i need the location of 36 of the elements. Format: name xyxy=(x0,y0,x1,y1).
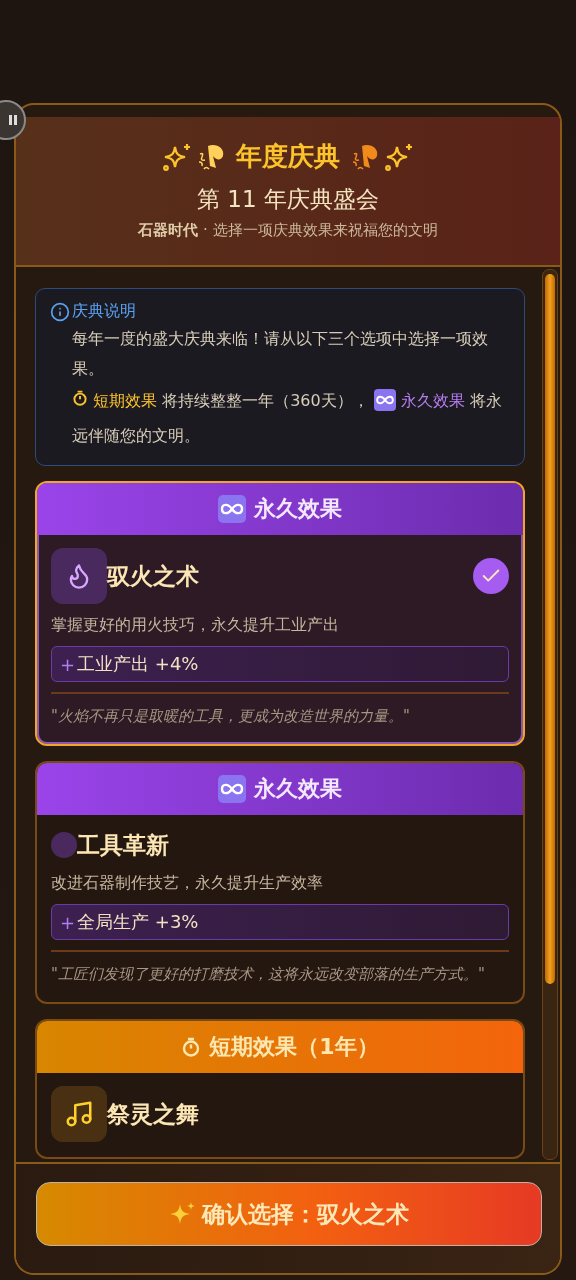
effect-type-label: 永久效果 xyxy=(254,495,342,523)
sparkle-icon xyxy=(162,141,192,172)
effect-text: 全局生产 +3% xyxy=(77,910,199,934)
info-title: 庆典说明 xyxy=(72,301,136,322)
option-name: 驭火之术 xyxy=(107,561,200,591)
option-card[interactable]: 短期效果（1年） 祭灵之舞 xyxy=(35,1019,525,1159)
option-description: 改进石器制作技艺，永久提升生产效率 xyxy=(51,873,324,894)
scrollbar[interactable] xyxy=(542,269,558,1160)
plus-sign: + xyxy=(60,653,76,675)
infinity-icon xyxy=(218,495,246,523)
stopwatch-icon xyxy=(181,1037,202,1057)
option-description: 掌握更好的用火技巧，永久提升工业产出 xyxy=(51,615,340,636)
sparkle-icon xyxy=(384,141,414,172)
selected-check-icon xyxy=(473,558,509,594)
music-note-icon xyxy=(64,1099,94,1129)
dialog-subtitle: 第 11 年庆典盛会 xyxy=(197,185,379,214)
option-name: 工具革新 xyxy=(77,830,170,860)
flavor-quote: "火焰不再只是取暖的工具，更成为改造世界的力量。" xyxy=(51,706,411,727)
dialog-title: 年度庆典 xyxy=(236,140,340,173)
option-card[interactable]: 永久效果 驭火之术 掌握更好的用火技巧，永久提升工业产出 +工业产出 +4% "火焰不再只是取暖的工具，更成为改造世界的力量。" xyxy=(35,481,525,746)
infinity-icon xyxy=(373,389,396,411)
info-legend: 短期效果 将持续整整一年（360天）， 永久效果 将永远伴随您的文明。 xyxy=(72,386,502,451)
plus-sign: + xyxy=(60,911,76,933)
dialog-description: 石器时代 · 选择一项庆典效果来祝福您的文明 xyxy=(138,221,438,240)
option-name: 祭灵之舞 xyxy=(107,1099,200,1129)
stopwatch-icon xyxy=(72,390,88,406)
effect-text: 工业产出 +4% xyxy=(77,652,199,676)
flavor-quote: "工匠们发现了更好的打磨技术，这将永远改变部落的生产方式。" xyxy=(51,964,486,985)
option-card[interactable]: 永久效果 工具革新 改进石器制作技艺，永久提升生产效率 +全局生产 +3% "工匠们发现了更好的打磨技术，这将永远改变部落的生产方式。" xyxy=(35,761,525,1004)
effect-type-label: 永久效果 xyxy=(254,775,342,803)
effect-type-label: 短期效果（1年） xyxy=(209,1033,379,1061)
info-icon xyxy=(50,301,70,322)
infinity-icon xyxy=(218,775,246,803)
info-text: 每年一度的盛大庆典来临！请从以下三个选项中选择一项效果。 xyxy=(72,328,489,380)
pause-icon xyxy=(7,114,19,126)
icon-placeholder xyxy=(51,832,77,858)
